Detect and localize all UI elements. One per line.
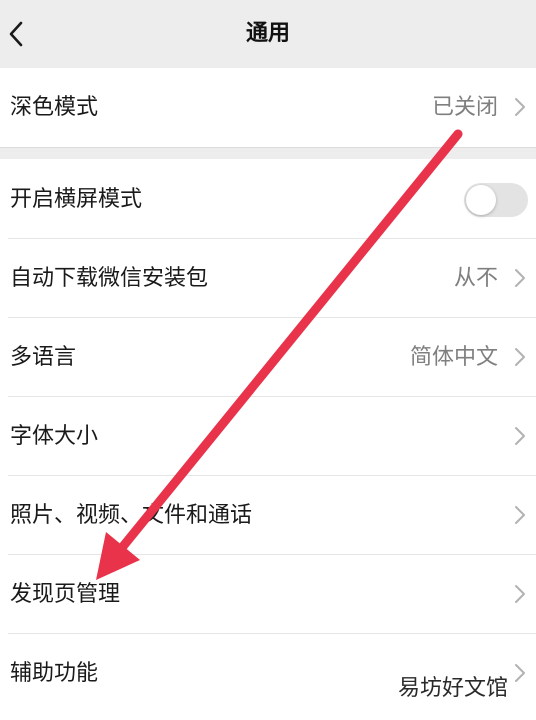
row-label: 字体大小 bbox=[10, 424, 99, 449]
row-label: 多语言 bbox=[10, 345, 77, 370]
row-language[interactable]: 多语言 简体中文 bbox=[0, 318, 536, 397]
row-landscape-mode: 开启横屏模式 bbox=[0, 160, 536, 239]
row-auto-download[interactable]: 自动下载微信安装包 从不 bbox=[0, 239, 536, 318]
row-media-files-calls[interactable]: 照片、视频、文件和通话 bbox=[0, 476, 536, 555]
row-label: 自动下载微信安装包 bbox=[10, 266, 209, 291]
toggle-knob bbox=[466, 185, 496, 215]
chevron-right-icon bbox=[515, 269, 525, 287]
nav-bar: 通用 bbox=[0, 0, 536, 68]
chevron-right-icon bbox=[515, 348, 525, 366]
row-label: 开启横屏模式 bbox=[10, 187, 143, 212]
page-title: 通用 bbox=[245, 21, 290, 46]
chevron-right-icon bbox=[515, 664, 525, 682]
chevron-right-icon bbox=[515, 585, 525, 603]
row-label: 发现页管理 bbox=[10, 582, 121, 607]
row-value: 简体中文 bbox=[409, 345, 498, 370]
row-value: 从不 bbox=[453, 266, 498, 291]
group-general: 开启横屏模式 自动下载微信安装包 从不 多语言 简体中文 字体大小 照片、视频、… bbox=[0, 160, 536, 713]
row-font-size[interactable]: 字体大小 bbox=[0, 397, 536, 476]
row-label: 照片、视频、文件和通话 bbox=[10, 503, 253, 528]
row-value: 已关闭 bbox=[431, 95, 498, 120]
landscape-toggle[interactable] bbox=[464, 183, 528, 217]
row-dark-mode[interactable]: 深色模式 已关闭 bbox=[0, 68, 536, 147]
row-discover-management[interactable]: 发现页管理 bbox=[0, 555, 536, 634]
row-label: 辅助功能 bbox=[10, 661, 99, 686]
section-gap bbox=[0, 147, 536, 159]
row-label: 深色模式 bbox=[10, 95, 99, 120]
watermark-text: 易坊好文馆 bbox=[397, 676, 508, 701]
chevron-right-icon bbox=[515, 506, 525, 524]
group-display: 深色模式 已关闭 bbox=[0, 68, 536, 147]
chevron-right-icon bbox=[515, 427, 525, 445]
chevron-right-icon bbox=[515, 98, 525, 116]
